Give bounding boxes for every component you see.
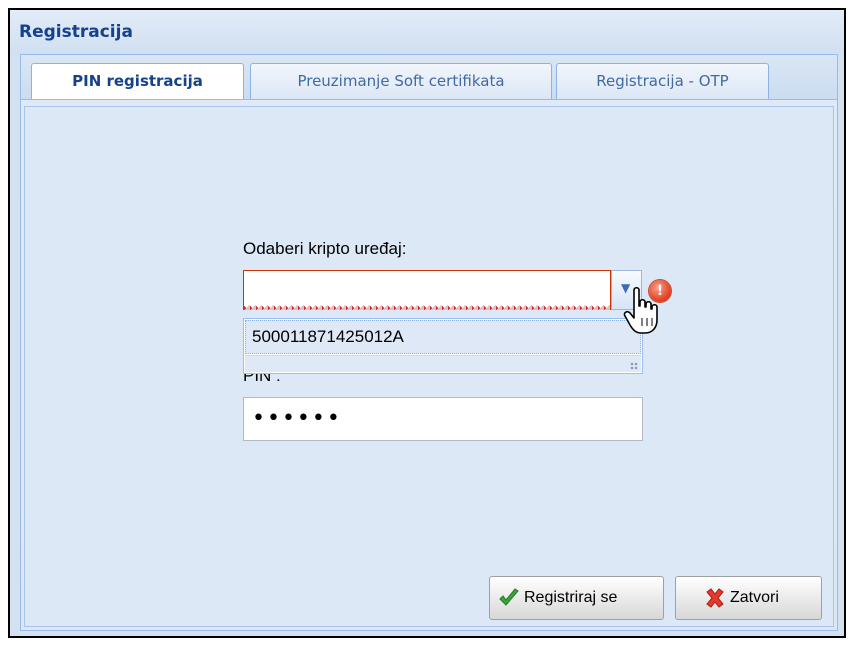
- close-button-label: Zatvori: [730, 589, 779, 606]
- tab-strip: PIN registracija Preuzimanje Soft certif…: [20, 54, 838, 101]
- tab-preuzimanje-soft-certifikata[interactable]: Preuzimanje Soft certifikata: [250, 63, 552, 100]
- device-label: Odaberi kripto uređaj:: [243, 239, 407, 258]
- resize-grip-icon[interactable]: [630, 362, 638, 370]
- close-button[interactable]: Zatvori: [675, 576, 822, 620]
- hand-pointer-icon: [623, 286, 658, 334]
- tab-registracija-otp[interactable]: Registracija - OTP: [556, 63, 769, 100]
- register-button[interactable]: Registriraj se: [489, 576, 664, 620]
- dropdown-resize-strip[interactable]: [245, 355, 641, 372]
- pin-input[interactable]: ••••••: [243, 397, 643, 441]
- dropdown-option[interactable]: 500011871425012A: [245, 320, 641, 354]
- pin-label-wrapper: PIN :: [243, 374, 363, 386]
- window-title: Registracija: [10, 10, 844, 54]
- tab-pin-registracija[interactable]: PIN registracija: [31, 63, 244, 101]
- invalid-underline: [243, 305, 611, 310]
- register-button-label: Registriraj se: [524, 589, 618, 606]
- device-combo-input[interactable]: [243, 270, 611, 308]
- red-x-icon: [706, 588, 724, 608]
- checkmark-icon: [499, 588, 519, 606]
- pin-label: PIN :: [243, 374, 281, 385]
- device-dropdown-list: 500011871425012A: [243, 318, 643, 374]
- registration-window: Registracija PIN registracija Preuzimanj…: [8, 8, 846, 638]
